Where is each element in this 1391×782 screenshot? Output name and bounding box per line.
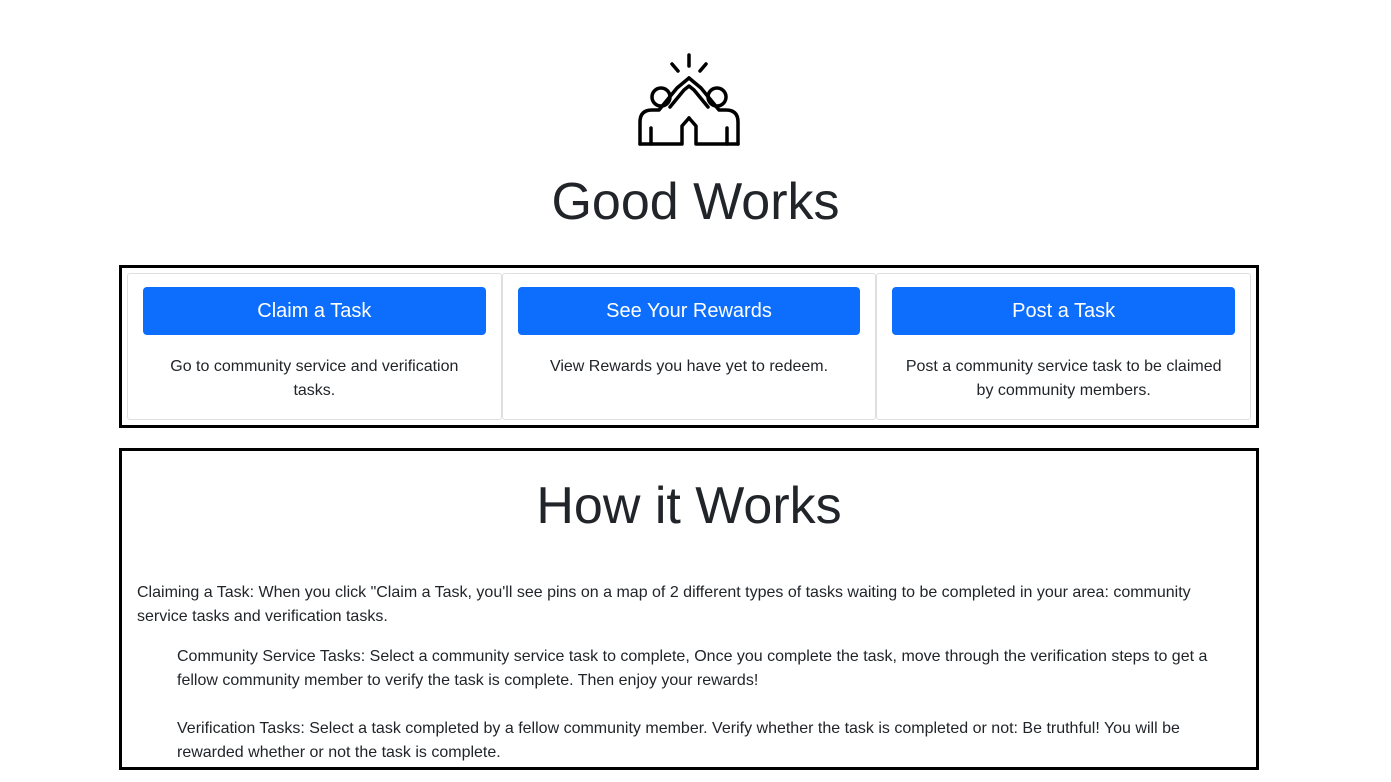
how-it-works-title: How it Works [536, 477, 842, 535]
community-service-text: Community Service Tasks: Select a commun… [177, 648, 1208, 689]
high-five-icon [637, 52, 741, 146]
post-task-description: Post a community service task to be clai… [905, 358, 1222, 399]
how-it-works-panel: How it Works Claiming a Task: When you c… [119, 448, 1259, 770]
actions-panel: Claim a Task Go to community service and… [119, 265, 1259, 428]
claim-task-card: Claim a Task Go to community service and… [127, 273, 502, 420]
claim-task-button[interactable]: Claim a Task [143, 287, 486, 335]
claiming-task-text: Claiming a Task: When you click "Claim a… [137, 584, 1191, 625]
see-rewards-card: See Your Rewards View Rewards you have y… [501, 273, 877, 420]
app-title: Good Works [551, 173, 840, 231]
see-rewards-description: View Rewards you have yet to redeem. [549, 358, 829, 375]
claim-task-description: Go to community service and verification… [170, 358, 459, 399]
post-task-button[interactable]: Post a Task [892, 287, 1236, 335]
see-rewards-button[interactable]: See Your Rewards [517, 287, 861, 335]
post-task-card: Post a Task Post a community service tas… [876, 273, 1252, 420]
verification-text: Verification Tasks: Select a task comple… [177, 720, 1180, 761]
